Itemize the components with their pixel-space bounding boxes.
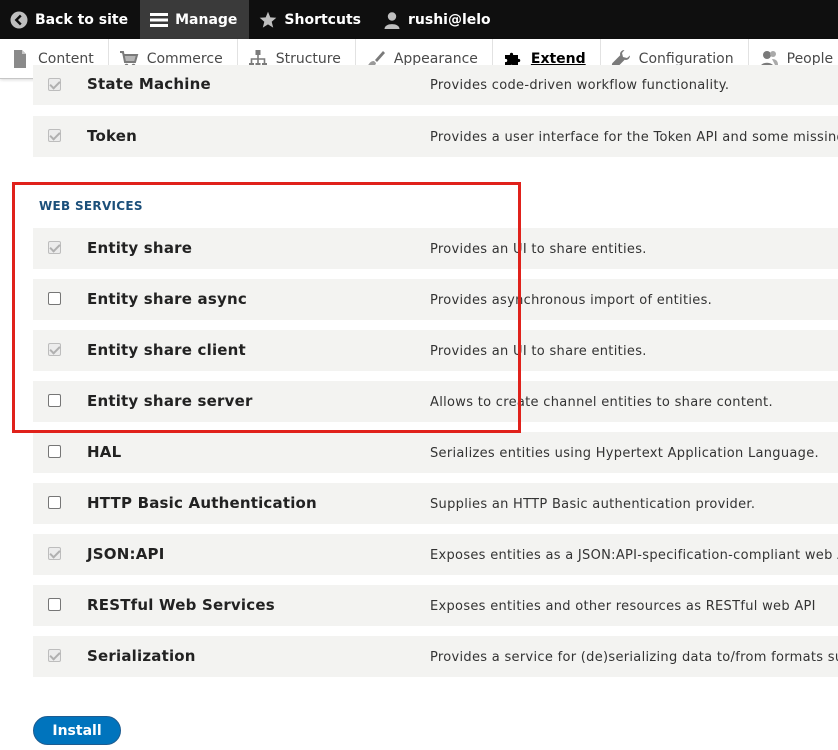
module-row-http-basic-auth: HTTP Basic Authentication Supplies an HT…	[33, 483, 838, 524]
module-checkbox[interactable]	[48, 445, 61, 458]
module-name[interactable]: Serialization	[87, 647, 196, 665]
manage-label: Manage	[175, 11, 238, 28]
module-checkbox[interactable]	[48, 78, 61, 91]
module-description: Exposes entities and other resources as …	[430, 598, 816, 614]
module-checkbox[interactable]	[48, 129, 61, 142]
module-description: Provides a service for (de)serializing d…	[430, 649, 838, 665]
module-row-serialization: Serialization Provides a service for (de…	[33, 636, 838, 677]
module-description: Provides code-driven workflow functional…	[430, 78, 730, 93]
module-name[interactable]: Entity share client	[87, 341, 246, 359]
module-description: Allows to create channel entities to sha…	[430, 394, 773, 410]
module-name[interactable]: Token	[87, 127, 137, 145]
user-tab[interactable]: rushi@lelo	[373, 0, 503, 39]
module-description: Provides an UI to share entities.	[430, 343, 647, 359]
manage-tab[interactable]: Manage	[140, 0, 250, 39]
module-name[interactable]: RESTful Web Services	[87, 596, 275, 614]
module-checkbox[interactable]	[48, 292, 61, 305]
module-description: Exposes entities as a JSON:API-specifica…	[430, 547, 838, 563]
module-checkbox[interactable]	[48, 496, 61, 509]
shortcuts-tab[interactable]: Shortcuts	[249, 0, 373, 39]
install-button[interactable]: Install	[33, 716, 121, 745]
module-checkbox[interactable]	[48, 394, 61, 407]
star-icon	[259, 11, 277, 29]
back-to-site-label: Back to site	[35, 11, 129, 28]
module-row-entity-share: Entity share Provides an UI to share ent…	[33, 228, 838, 269]
module-row-jsonapi: JSON:API Exposes entities as a JSON:API-…	[33, 534, 838, 575]
module-checkbox[interactable]	[48, 598, 61, 611]
module-description: Serializes entities using Hypertext Appl…	[430, 445, 819, 461]
module-row-entity-share-client: Entity share client Provides an UI to sh…	[33, 330, 838, 371]
back-arrow-icon	[10, 11, 28, 29]
shortcuts-label: Shortcuts	[284, 11, 361, 28]
module-name[interactable]: HTTP Basic Authentication	[87, 494, 317, 512]
back-to-site-link[interactable]: Back to site	[0, 0, 140, 39]
module-name[interactable]: Entity share	[87, 239, 192, 257]
user-icon	[383, 11, 401, 29]
module-description: Provides a user interface for the Token …	[430, 129, 838, 145]
module-row-token: Token Provides a user interface for the …	[33, 116, 838, 157]
module-row-state-machine: State Machine Provides code-driven workf…	[33, 65, 838, 105]
module-description: Supplies an HTTP Basic authentication pr…	[430, 496, 756, 512]
user-label: rushi@lelo	[407, 11, 491, 28]
module-name[interactable]: Entity share async	[87, 290, 247, 308]
module-checkbox[interactable]	[48, 547, 61, 560]
module-name[interactable]: State Machine	[87, 75, 211, 93]
menu-icon	[150, 11, 169, 29]
document-icon	[10, 49, 30, 69]
section-title-web-services: WEB SERVICES	[39, 199, 143, 213]
admin-toolbar: Back to site Manage Shortcuts rushi@lelo	[0, 0, 838, 39]
module-description: Provides asynchronous import of entities…	[430, 292, 713, 308]
module-row-entity-share-server: Entity share server Allows to create cha…	[33, 381, 838, 422]
module-description: Provides an UI to share entities.	[430, 241, 647, 257]
module-row-entity-share-async: Entity share async Provides asynchronous…	[33, 279, 838, 320]
module-name[interactable]: Entity share server	[87, 392, 253, 410]
module-checkbox[interactable]	[48, 241, 61, 254]
module-checkbox[interactable]	[48, 343, 61, 356]
module-checkbox[interactable]	[48, 649, 61, 662]
module-row-rest: RESTful Web Services Exposes entities an…	[33, 585, 838, 626]
module-row-hal: HAL Serializes entities using Hypertext …	[33, 432, 838, 473]
module-name[interactable]: JSON:API	[87, 545, 164, 563]
module-name[interactable]: HAL	[87, 443, 121, 461]
